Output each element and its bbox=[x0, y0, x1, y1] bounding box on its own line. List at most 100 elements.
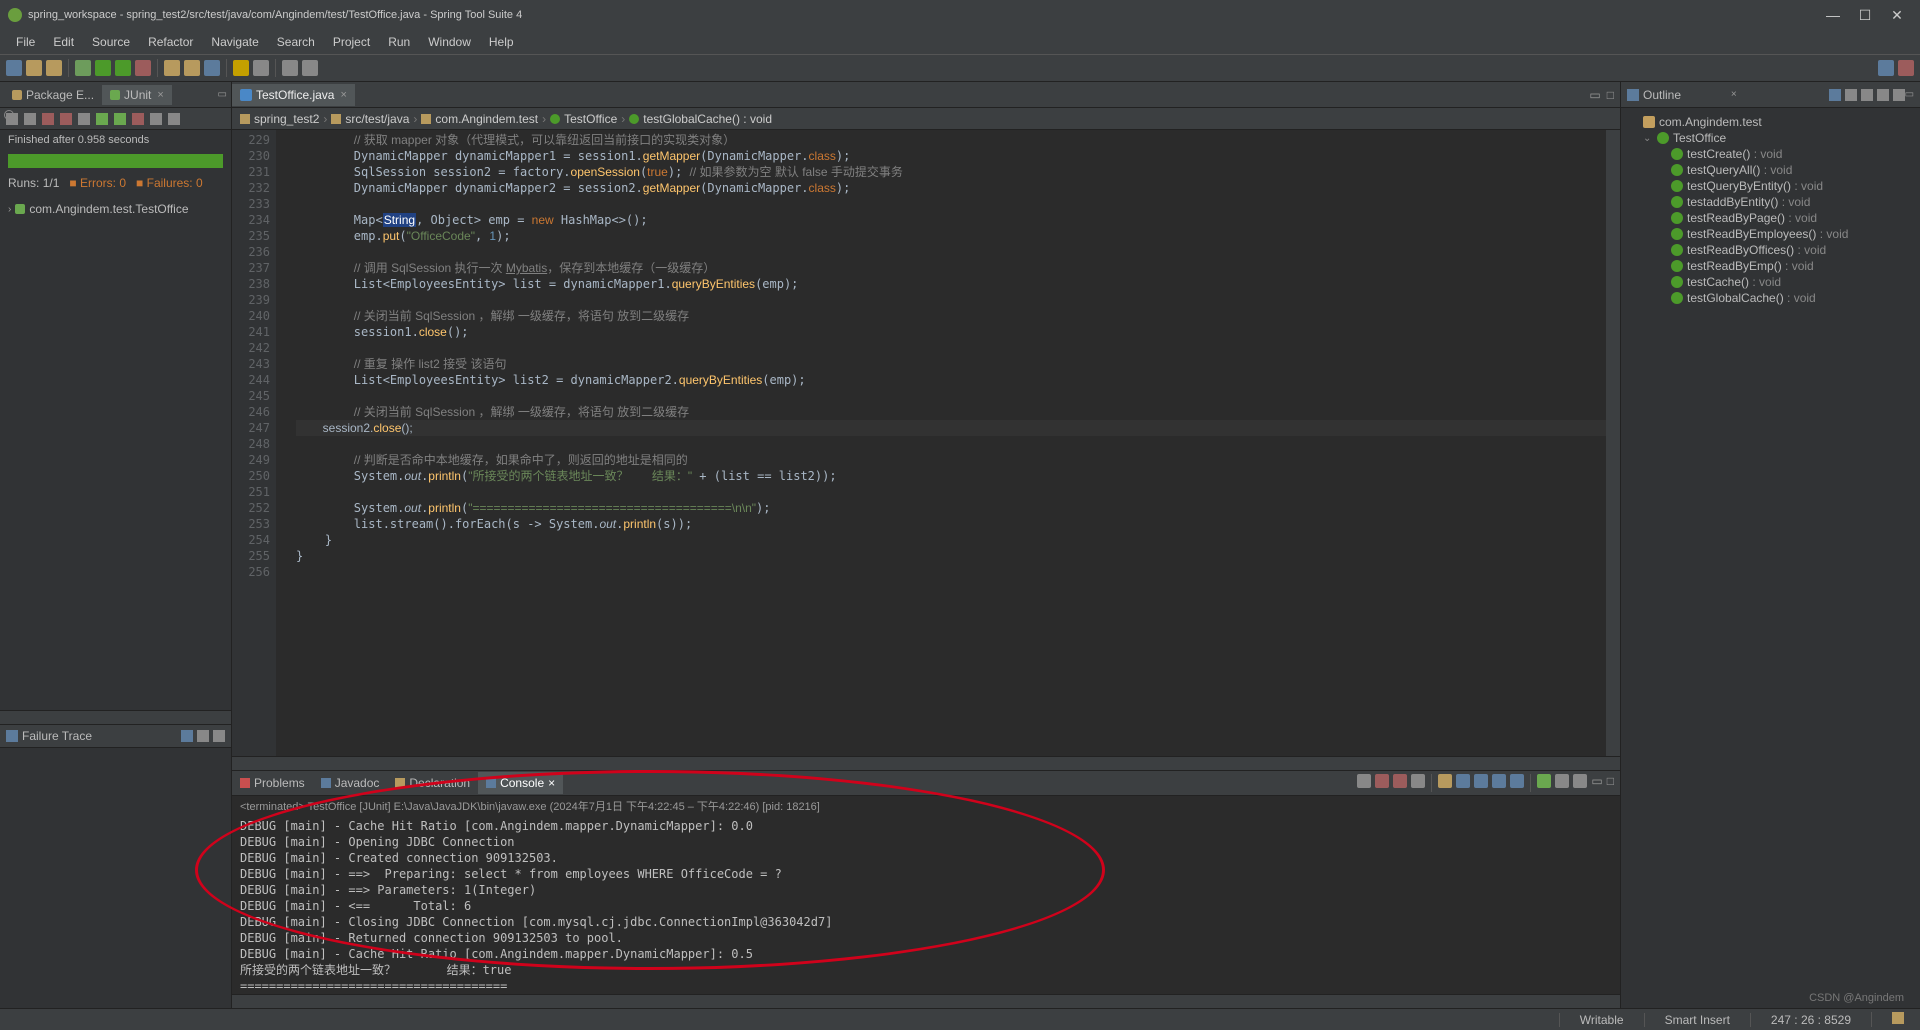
terminate-relaunch-icon[interactable] bbox=[1357, 774, 1371, 788]
new-console-icon[interactable] bbox=[1555, 774, 1569, 788]
back-icon[interactable] bbox=[282, 60, 298, 76]
outline-method[interactable]: testaddByEntity() : void bbox=[1629, 194, 1912, 210]
editor-scroll-h[interactable] bbox=[232, 756, 1620, 770]
junit-progress bbox=[8, 154, 223, 168]
breadcrumb[interactable]: spring_test2› src/test/java› com.Anginde… bbox=[232, 108, 1620, 130]
hide-fields-icon[interactable] bbox=[1845, 89, 1857, 101]
class-icon bbox=[550, 114, 560, 124]
outline-method[interactable]: testReadByEmp() : void bbox=[1629, 258, 1912, 274]
menu-refactor[interactable]: Refactor bbox=[140, 33, 201, 51]
expand-icon[interactable] bbox=[213, 730, 225, 742]
menu-window[interactable]: Window bbox=[420, 33, 479, 51]
minimize-view-icon[interactable]: ▭ bbox=[1589, 88, 1600, 102]
package-icon bbox=[421, 114, 431, 124]
outline-method[interactable]: testCreate() : void bbox=[1629, 146, 1912, 162]
rerun-icon[interactable] bbox=[96, 113, 108, 125]
chevron-right-icon[interactable]: › bbox=[8, 204, 11, 215]
minimize-button[interactable]: — bbox=[1826, 8, 1840, 22]
outline-method[interactable]: testCache() : void bbox=[1629, 274, 1912, 290]
word-wrap-icon[interactable] bbox=[1456, 774, 1470, 788]
hide-nonpublic-icon[interactable] bbox=[1877, 89, 1889, 101]
forward-icon[interactable] bbox=[302, 60, 318, 76]
tab-console[interactable]: Console× bbox=[478, 772, 563, 794]
outline-method[interactable]: testGlobalCache() : void bbox=[1629, 290, 1912, 306]
hide-static-icon[interactable] bbox=[1861, 89, 1873, 101]
menu-edit[interactable]: Edit bbox=[45, 33, 82, 51]
stop-icon[interactable] bbox=[135, 60, 151, 76]
tab-problems[interactable]: Problems bbox=[232, 772, 313, 794]
show-skipped-icon[interactable] bbox=[60, 113, 72, 125]
history-icon[interactable] bbox=[150, 113, 162, 125]
close-button[interactable]: ✕ bbox=[1890, 8, 1904, 22]
prev-fail-icon[interactable] bbox=[24, 113, 36, 125]
stop-junit-icon[interactable] bbox=[132, 113, 144, 125]
coverage-icon[interactable] bbox=[115, 60, 131, 76]
new-java-icon[interactable] bbox=[164, 60, 180, 76]
display-icon[interactable] bbox=[1510, 774, 1524, 788]
sort-icon[interactable] bbox=[1829, 89, 1841, 101]
menu-navigate[interactable]: Navigate bbox=[203, 33, 266, 51]
rerun-failed-icon[interactable] bbox=[114, 113, 126, 125]
tab-javadoc[interactable]: Javadoc bbox=[313, 772, 388, 794]
filter-icon[interactable] bbox=[197, 730, 209, 742]
open-type-icon[interactable] bbox=[204, 60, 220, 76]
tab-declaration[interactable]: Declaration bbox=[387, 772, 478, 794]
scroll-lock-console-icon[interactable] bbox=[1438, 774, 1452, 788]
outline-method[interactable]: testReadByPage() : void bbox=[1629, 210, 1912, 226]
close-tab-icon[interactable]: × bbox=[340, 89, 346, 101]
menu-run[interactable]: Run bbox=[380, 33, 418, 51]
outline-method[interactable]: testQueryByEntity() : void bbox=[1629, 178, 1912, 194]
debug-icon[interactable] bbox=[75, 60, 91, 76]
outline-method[interactable]: testQueryAll() : void bbox=[1629, 162, 1912, 178]
maximize-view-icon[interactable]: □ bbox=[1607, 88, 1614, 102]
tab-package-explorer[interactable]: Package E... bbox=[4, 85, 102, 105]
close-icon[interactable]: × bbox=[157, 89, 163, 101]
app-icon bbox=[8, 8, 22, 22]
left-scroll-h[interactable] bbox=[0, 710, 231, 724]
hide-local-icon[interactable] bbox=[1893, 89, 1905, 101]
save-icon[interactable] bbox=[26, 60, 42, 76]
show-console-icon[interactable] bbox=[1474, 774, 1488, 788]
min-console-icon[interactable] bbox=[1573, 774, 1587, 788]
editor-vscroll[interactable] bbox=[1606, 130, 1620, 756]
close-console-icon[interactable]: × bbox=[548, 776, 555, 790]
remove-launch-icon[interactable] bbox=[1375, 774, 1389, 788]
compare-icon[interactable] bbox=[181, 730, 193, 742]
search-icon[interactable] bbox=[233, 60, 249, 76]
code-body[interactable]: // 获取 mapper 对象（代理模式，可以靠纽返回当前接口的实现类对象） D… bbox=[276, 130, 1606, 756]
clear-console-icon[interactable] bbox=[1411, 774, 1425, 788]
perspective-debug-icon[interactable] bbox=[1898, 60, 1914, 76]
test-pass-icon bbox=[15, 204, 25, 214]
chevron-down-icon[interactable]: ⌄ bbox=[1643, 133, 1653, 144]
new-icon[interactable] bbox=[6, 60, 22, 76]
console-scroll-h[interactable] bbox=[232, 994, 1620, 1008]
toggle-mark-icon[interactable] bbox=[253, 60, 269, 76]
maximize-button[interactable]: ☐ bbox=[1858, 8, 1872, 22]
run-icon[interactable] bbox=[95, 60, 111, 76]
tab-junit[interactable]: JUnit × bbox=[102, 85, 172, 105]
code-editor[interactable]: 229 230 231 232 233 234 235 236 237 238 … bbox=[232, 130, 1620, 756]
restore-icon[interactable] bbox=[4, 110, 14, 120]
junit-tree[interactable]: › com.Angindem.test.TestOffice bbox=[0, 194, 231, 224]
view-menu-icon[interactable]: ▭ bbox=[218, 89, 231, 100]
menu-source[interactable]: Source bbox=[84, 33, 138, 51]
menu-file[interactable]: File bbox=[8, 33, 43, 51]
save-all-icon[interactable] bbox=[46, 60, 62, 76]
pin-console-icon[interactable] bbox=[1492, 774, 1506, 788]
perspective-java-icon[interactable] bbox=[1878, 60, 1894, 76]
menu-project[interactable]: Project bbox=[325, 33, 378, 51]
editor-tab-testoffice[interactable]: TestOffice.java × bbox=[232, 84, 355, 106]
open-console-icon[interactable] bbox=[1537, 774, 1551, 788]
outline-method[interactable]: testReadByEmployees() : void bbox=[1629, 226, 1912, 242]
outline-method[interactable]: testReadByOffices() : void bbox=[1629, 242, 1912, 258]
outline-tree[interactable]: com.Angindem.test ⌄TestOffice testCreate… bbox=[1621, 108, 1920, 312]
menu-help[interactable]: Help bbox=[481, 33, 522, 51]
failures-only-icon[interactable] bbox=[42, 113, 54, 125]
console-output[interactable]: DEBUG [main] - Cache Hit Ratio [com.Angi… bbox=[232, 816, 1620, 994]
pin-icon[interactable] bbox=[168, 113, 180, 125]
menu-search[interactable]: Search bbox=[269, 33, 323, 51]
remove-all-icon[interactable] bbox=[1393, 774, 1407, 788]
new-class-icon[interactable] bbox=[184, 60, 200, 76]
tip-icon[interactable] bbox=[1892, 1012, 1904, 1024]
scroll-lock-icon[interactable] bbox=[78, 113, 90, 125]
